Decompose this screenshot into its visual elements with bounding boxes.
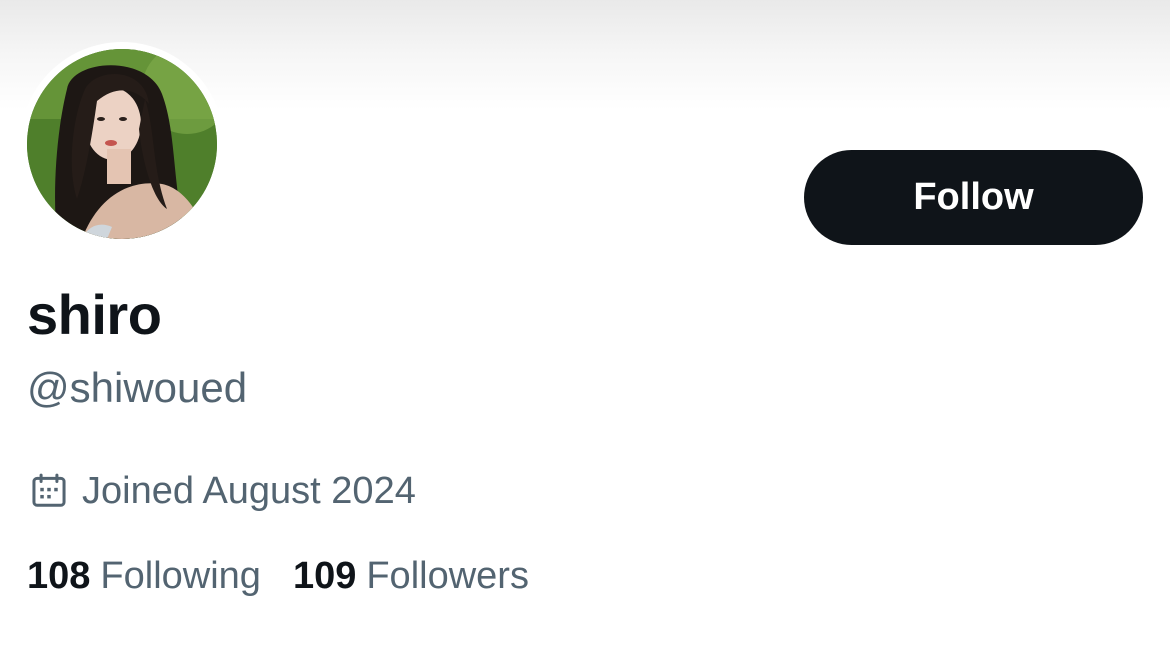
user-handle: @shiwoued [27,364,248,411]
joined-date-row: Joined August 2024 [30,466,416,516]
calendar-icon [32,473,66,507]
avatar[interactable] [27,49,217,239]
follow-stats: 108 Following 109 Followers [27,551,529,601]
followers-link[interactable]: 109 Followers [293,551,529,601]
followers-label: Followers [366,555,529,597]
joined-text: Joined August 2024 [82,470,416,512]
avatar-image [27,49,217,239]
following-link[interactable]: 108 Following [27,551,261,601]
following-count: 108 [27,555,91,597]
display-name: shiro [27,283,162,346]
followers-count: 109 [292,555,357,597]
follow-button[interactable]: Follow [804,150,1143,245]
following-label: Following [100,555,261,597]
avatar-ring [20,42,224,246]
